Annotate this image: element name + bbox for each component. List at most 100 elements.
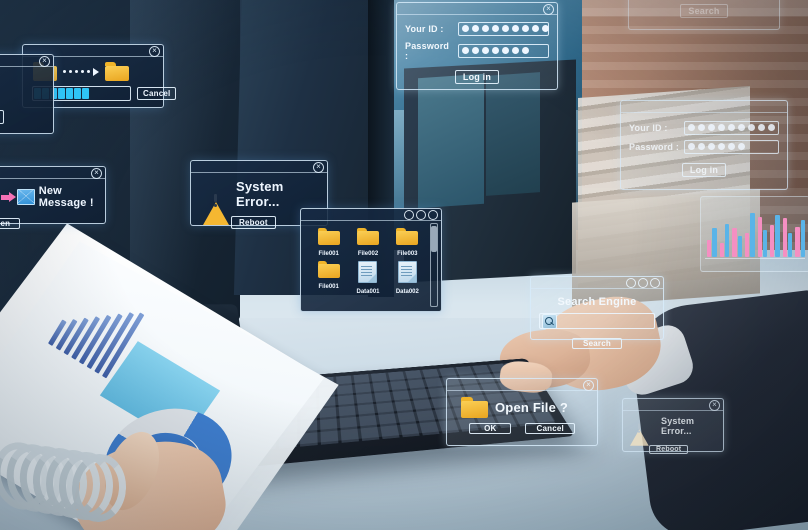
maximize-icon[interactable] xyxy=(638,278,648,288)
chart-bar xyxy=(757,216,762,257)
file-item[interactable]: Data002 xyxy=(388,261,427,295)
file-item[interactable]: File001 xyxy=(309,228,348,257)
close-icon[interactable]: × xyxy=(91,168,102,179)
document-holder-file-a xyxy=(418,73,484,209)
folder-icon xyxy=(317,261,340,278)
file-item[interactable]: Data001 xyxy=(348,261,387,295)
chart-bar xyxy=(762,230,768,257)
chart-bars xyxy=(707,211,805,257)
maximize-icon[interactable] xyxy=(416,210,426,220)
close-icon[interactable] xyxy=(650,278,660,288)
folder-icon xyxy=(356,228,379,245)
scrollbar-thumb[interactable] xyxy=(431,226,437,252)
system-error-title: System Error... xyxy=(236,179,284,209)
chart-bar xyxy=(719,243,724,257)
file-label: File002 xyxy=(357,251,379,257)
chart-bar-group xyxy=(795,211,805,257)
chart-bar xyxy=(788,233,793,257)
close-icon[interactable]: × xyxy=(543,4,554,15)
file-label: Data002 xyxy=(395,289,419,295)
title-bar xyxy=(531,277,663,289)
title-bar: × xyxy=(623,399,723,411)
close-icon[interactable]: × xyxy=(583,380,594,391)
system-error-window-secondary[interactable]: × System Error... Reboot xyxy=(622,398,724,454)
top-right-window[interactable]: Search xyxy=(628,0,780,30)
login-window-top[interactable]: × Your ID : Password : Log in xyxy=(396,2,558,90)
chart-bar-group xyxy=(707,211,717,257)
window-controls[interactable] xyxy=(626,278,660,288)
password-input[interactable] xyxy=(684,140,779,154)
warning-triangle-icon xyxy=(630,417,649,446)
minimize-icon[interactable] xyxy=(404,210,414,220)
chart-bar-group xyxy=(744,211,755,257)
close-icon[interactable]: × xyxy=(149,46,160,57)
close-icon[interactable]: × xyxy=(39,56,50,67)
close-icon[interactable] xyxy=(428,210,438,220)
new-message-title: New Message ! xyxy=(38,185,94,209)
password-input[interactable] xyxy=(458,44,549,58)
file-copy-window-secondary[interactable]: × Cancel xyxy=(0,54,54,134)
password-label: Password : xyxy=(629,142,680,152)
open-file-title: Open File ? xyxy=(495,400,568,415)
folder-icon xyxy=(317,228,340,245)
search-engine-title: Search Engine xyxy=(557,296,637,308)
vertical-scrollbar[interactable] xyxy=(430,223,438,307)
folder-icon xyxy=(461,397,488,418)
window-controls[interactable] xyxy=(404,210,438,220)
open-file-window[interactable]: × Open File ? OK Cancel xyxy=(446,378,598,446)
chart-bar xyxy=(707,239,712,257)
search-engine-window[interactable]: Search Engine Search xyxy=(530,276,664,349)
title-bar xyxy=(301,209,441,221)
close-icon[interactable]: × xyxy=(313,162,324,173)
minimize-icon[interactable] xyxy=(626,278,636,288)
coiled-cable xyxy=(0,436,129,524)
user-id-input[interactable] xyxy=(458,22,549,36)
masked-value xyxy=(688,124,775,131)
password-label: Password : xyxy=(405,41,450,61)
cancel-button[interactable]: Cancel xyxy=(0,110,4,124)
title-bar: × xyxy=(191,161,327,173)
open-button[interactable]: Open xyxy=(0,218,21,229)
reboot-button[interactable]: Reboot xyxy=(649,445,689,454)
chart-bar xyxy=(800,220,805,257)
file-item[interactable]: File003 xyxy=(388,228,427,257)
folder-icon xyxy=(396,228,419,245)
title-bar: × xyxy=(397,3,557,15)
new-message-window[interactable]: × New Message ! Open xyxy=(0,166,106,229)
file-label: Data001 xyxy=(356,289,380,295)
chart-bar xyxy=(744,233,750,257)
file-item[interactable]: File001 xyxy=(309,261,348,295)
chart-bar xyxy=(712,228,717,257)
file-item[interactable]: File002 xyxy=(348,228,387,257)
masked-value xyxy=(462,25,549,32)
search-input[interactable] xyxy=(539,313,655,329)
file-browser-window[interactable]: File001 File002 File003 File001 Data001 Data0… xyxy=(300,208,442,312)
close-icon[interactable]: × xyxy=(709,400,720,411)
chart-bar-group xyxy=(719,211,730,257)
user-id-input[interactable] xyxy=(684,121,779,135)
login-button[interactable]: Log in xyxy=(454,70,500,84)
chart-bar xyxy=(795,226,800,257)
cancel-button[interactable]: Cancel xyxy=(137,87,177,100)
screenshot-stage: Search × Your ID : Password : Log in You… xyxy=(0,0,808,530)
title-bar xyxy=(621,101,787,113)
warning-triangle-icon xyxy=(203,185,229,225)
chart-bar xyxy=(775,214,780,257)
login-button[interactable]: Log in xyxy=(681,163,727,177)
cancel-button[interactable]: Cancel xyxy=(525,423,575,434)
chart-bar xyxy=(770,224,775,257)
transfer-dots-icon xyxy=(63,67,99,76)
ok-button[interactable]: OK xyxy=(469,423,512,434)
user-id-label: Your ID : xyxy=(629,123,668,133)
chart-bar xyxy=(750,212,755,257)
chart-bar-group xyxy=(770,211,780,257)
reboot-button[interactable]: Reboot xyxy=(231,216,276,229)
top-right-action-button[interactable]: Search xyxy=(680,4,728,18)
envelope-icon xyxy=(17,189,35,205)
file-label: File003 xyxy=(397,251,418,257)
login-window-right[interactable]: Your ID : Password : Log in xyxy=(620,100,788,190)
document-icon xyxy=(397,261,417,283)
chart-bar xyxy=(782,218,788,257)
file-label: File001 xyxy=(318,251,339,257)
search-button[interactable]: Search xyxy=(572,338,622,349)
